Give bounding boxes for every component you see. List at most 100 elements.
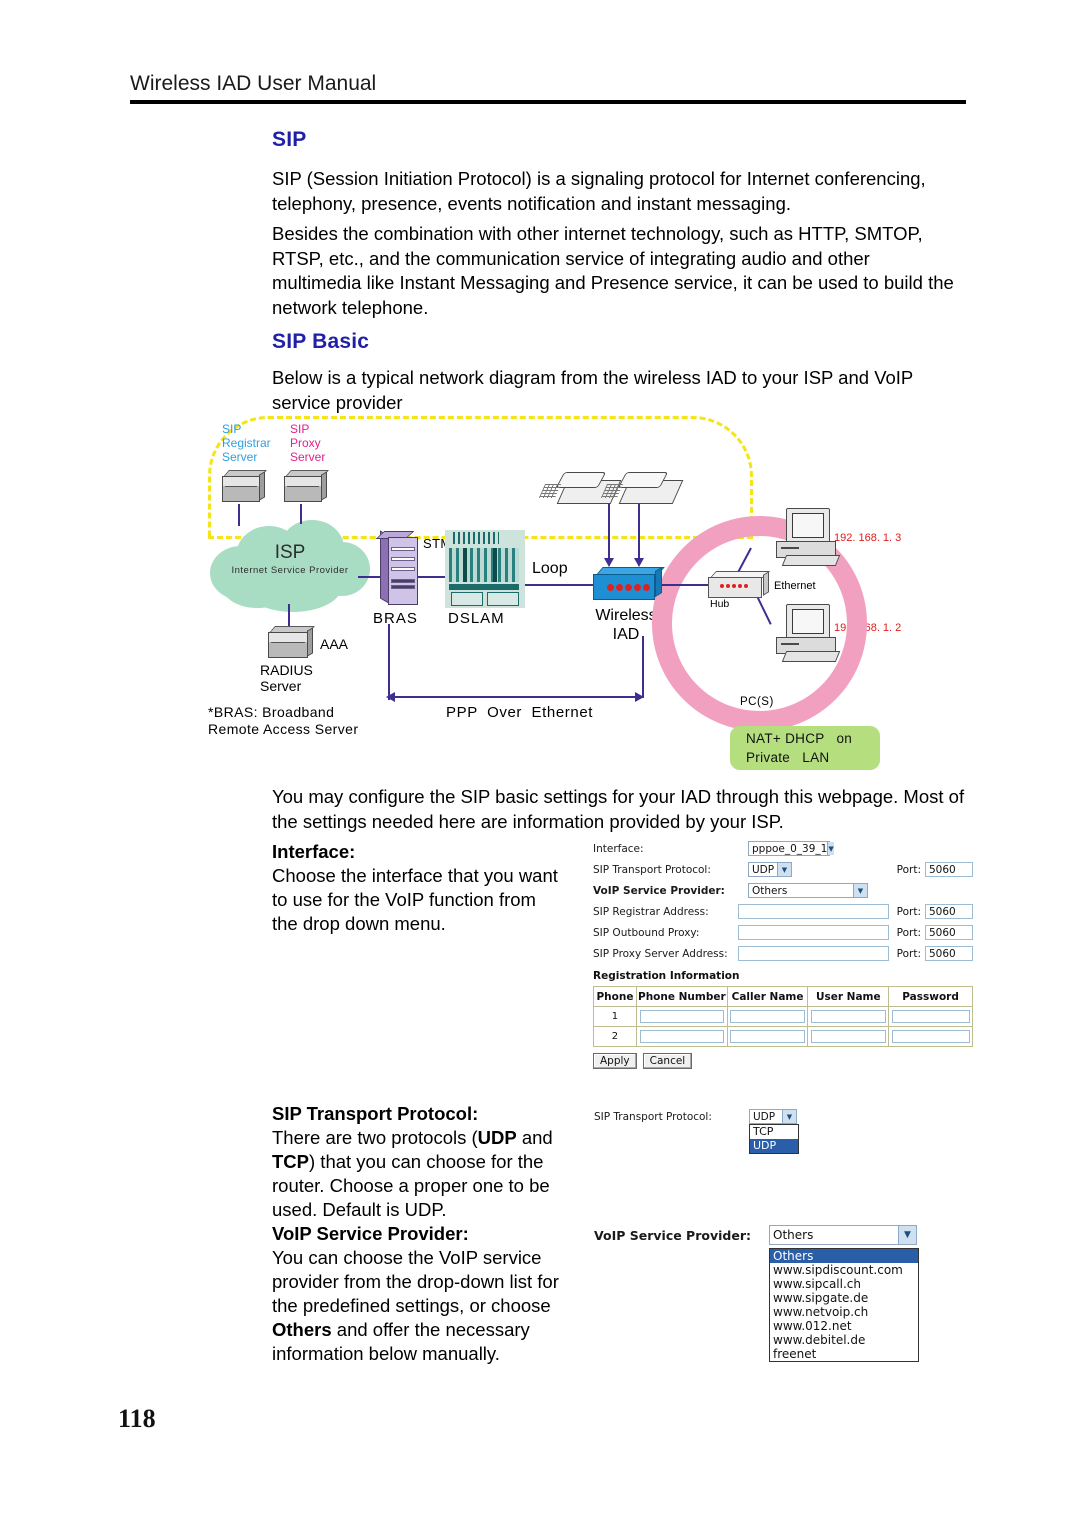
proxy-server-address-input[interactable] [738, 946, 889, 961]
wireless-iad-icon [593, 566, 665, 600]
provider-field-label: VoIP Service Provider: [593, 884, 725, 897]
input-user-name-2[interactable] [810, 1029, 886, 1043]
th-phone-number: Phone Number [635, 986, 728, 1007]
cell-password-2[interactable] [888, 1026, 973, 1047]
th-password: Password [888, 986, 973, 1007]
provider-option-sipcall[interactable]: www.sipcall.ch [770, 1277, 918, 1291]
transport-select-value: UDP [752, 863, 775, 876]
transport-option-udp[interactable]: UDP [750, 1139, 798, 1153]
sip-basic-section: SIP Basic [272, 330, 972, 354]
sip-paragraph-2-wrap: Besides the combination with other inter… [272, 222, 964, 320]
dslam-label: DSLAM [448, 610, 505, 627]
sip-basic-heading: SIP Basic [272, 330, 370, 353]
provider-option-debitel[interactable]: www.debitel.de [770, 1333, 918, 1347]
provider-option-sipgate[interactable]: www.sipgate.de [770, 1291, 918, 1305]
configure-paragraph-wrap: You may configure the SIP basic settings… [272, 785, 972, 834]
cell-phone-1: 1 [593, 1006, 637, 1027]
registrar-address-input[interactable] [738, 904, 889, 919]
provider-option-list[interactable]: Others www.sipdiscount.com www.sipcall.c… [769, 1248, 919, 1362]
ppp-over-ethernet-label: PPP Over Ethernet [446, 704, 594, 721]
sip-registrar-server-icon [222, 470, 267, 504]
provider-body: You can choose the VoIP service provider… [272, 1246, 566, 1366]
input-caller-name-1[interactable] [730, 1009, 806, 1023]
cell-phone-number-1[interactable] [635, 1006, 728, 1027]
port-label-registrar: Port: [896, 905, 921, 918]
transport-dd-label: SIP Transport Protocol: [594, 1110, 712, 1123]
port-input-outbound[interactable]: 5060 [925, 925, 973, 940]
input-phone-number-1[interactable] [639, 1009, 724, 1023]
outbound-field-label: SIP Outbound Proxy: [593, 926, 700, 939]
page-number: 118 [118, 1404, 156, 1433]
table-header-row: Phone Phone Number Caller Name User Name… [593, 986, 973, 1007]
chevron-down-icon[interactable]: ▼ [898, 1226, 916, 1244]
apply-button[interactable]: Apply [593, 1053, 637, 1069]
chevron-down-icon[interactable]: ▼ [853, 884, 867, 897]
cell-phone-2: 2 [593, 1026, 637, 1047]
transport-select[interactable]: UDP ▼ [748, 862, 792, 877]
provider-dd-value: Others [773, 1228, 814, 1242]
chevron-down-icon[interactable]: ▼ [782, 1110, 796, 1123]
wire-ppp-horizontal [394, 696, 644, 698]
transport-body-2: and [516, 1127, 553, 1148]
wire-phone2-iad [638, 504, 640, 560]
provider-dropdown-screenshot[interactable]: VoIP Service Provider: Others ▼ Others w… [594, 1223, 924, 1362]
chevron-down-icon[interactable]: ▼ [777, 863, 791, 876]
bras-label: BRAS [373, 610, 418, 627]
input-user-name-1[interactable] [810, 1009, 886, 1023]
wire-isp-radius [288, 604, 290, 628]
input-password-1[interactable] [891, 1009, 970, 1023]
cancel-button[interactable]: Cancel [642, 1053, 693, 1069]
interface-heading: Interface: [272, 841, 356, 862]
wire-proxy-isp [300, 504, 302, 524]
arrow-ppp-left [386, 692, 395, 702]
nat-dhcp-text: NAT+ DHCP on Private LAN [746, 731, 853, 765]
bras-server-icon [375, 530, 418, 605]
interface-select[interactable]: pppoe_0_39_1 ▼ [748, 841, 834, 856]
table-row: 1 [593, 1006, 973, 1027]
provider-option-sipdiscount[interactable]: www.sipdiscount.com [770, 1263, 918, 1277]
transport-body-1: There are two protocols ( [272, 1127, 478, 1148]
provider-option-netvoip[interactable]: www.netvoip.ch [770, 1305, 918, 1319]
cell-caller-name-1[interactable] [726, 1006, 809, 1027]
port-input-proxy-server[interactable]: 5060 [925, 946, 973, 961]
sip-basic-settings-form[interactable]: Interface: pppoe_0_39_1 ▼ SIP Transport … [593, 838, 973, 1069]
provider-dd-select[interactable]: Others ▼ [769, 1225, 917, 1245]
page-header: Wireless IAD User Manual [130, 72, 966, 104]
transport-option-list[interactable]: TCP UDP [749, 1124, 799, 1154]
wire-registrar-isp [238, 504, 240, 526]
interface-field-label: Interface: [593, 842, 644, 855]
isp-label: ISP [274, 542, 306, 563]
configure-paragraph: You may configure the SIP basic settings… [272, 786, 965, 832]
provider-option-freenet[interactable]: freenet [770, 1347, 918, 1361]
aaa-label: AAA [320, 636, 349, 652]
cell-user-name-1[interactable] [807, 1006, 890, 1027]
transport-dd-select[interactable]: UDP ▼ [749, 1109, 797, 1124]
provider-dd-row: VoIP Service Provider: Others ▼ [594, 1223, 924, 1247]
radius-server-icon [268, 626, 315, 660]
interface-body: Choose the interface that you want to us… [272, 865, 558, 934]
registration-table: Phone Phone Number Caller Name User Name… [593, 986, 973, 1047]
transport-dropdown-screenshot[interactable]: SIP Transport Protocol: UDP ▼ TCP UDP [594, 1106, 814, 1154]
port-input-registrar[interactable]: 5060 [925, 904, 973, 919]
arrow-ppp-right [635, 692, 644, 702]
form-buttons: Apply Cancel [593, 1053, 973, 1069]
input-password-2[interactable] [891, 1029, 970, 1043]
input-phone-number-2[interactable] [639, 1029, 724, 1043]
provider-select-value: Others [752, 884, 788, 897]
provider-select[interactable]: Others ▼ [748, 883, 868, 898]
cell-caller-name-2[interactable] [726, 1026, 809, 1047]
provider-option-012net[interactable]: www.012.net [770, 1319, 918, 1333]
chevron-down-icon[interactable]: ▼ [827, 842, 834, 855]
provider-option-others[interactable]: Others [770, 1249, 918, 1263]
outbound-proxy-input[interactable] [738, 925, 889, 940]
cell-user-name-2[interactable] [807, 1026, 890, 1047]
port-label-outbound: Port: [896, 926, 921, 939]
cell-phone-number-2[interactable] [635, 1026, 728, 1047]
port-input-transport[interactable]: 5060 [925, 862, 973, 877]
form-row-interface: Interface: pppoe_0_39_1 ▼ [593, 838, 973, 859]
sip-paragraph-1-wrap: SIP (Session Initiation Protocol) is a s… [272, 167, 964, 216]
input-caller-name-2[interactable] [730, 1029, 806, 1043]
transport-bold-udp: UDP [477, 1127, 517, 1148]
transport-option-tcp[interactable]: TCP [750, 1125, 798, 1139]
cell-password-1[interactable] [888, 1006, 973, 1027]
